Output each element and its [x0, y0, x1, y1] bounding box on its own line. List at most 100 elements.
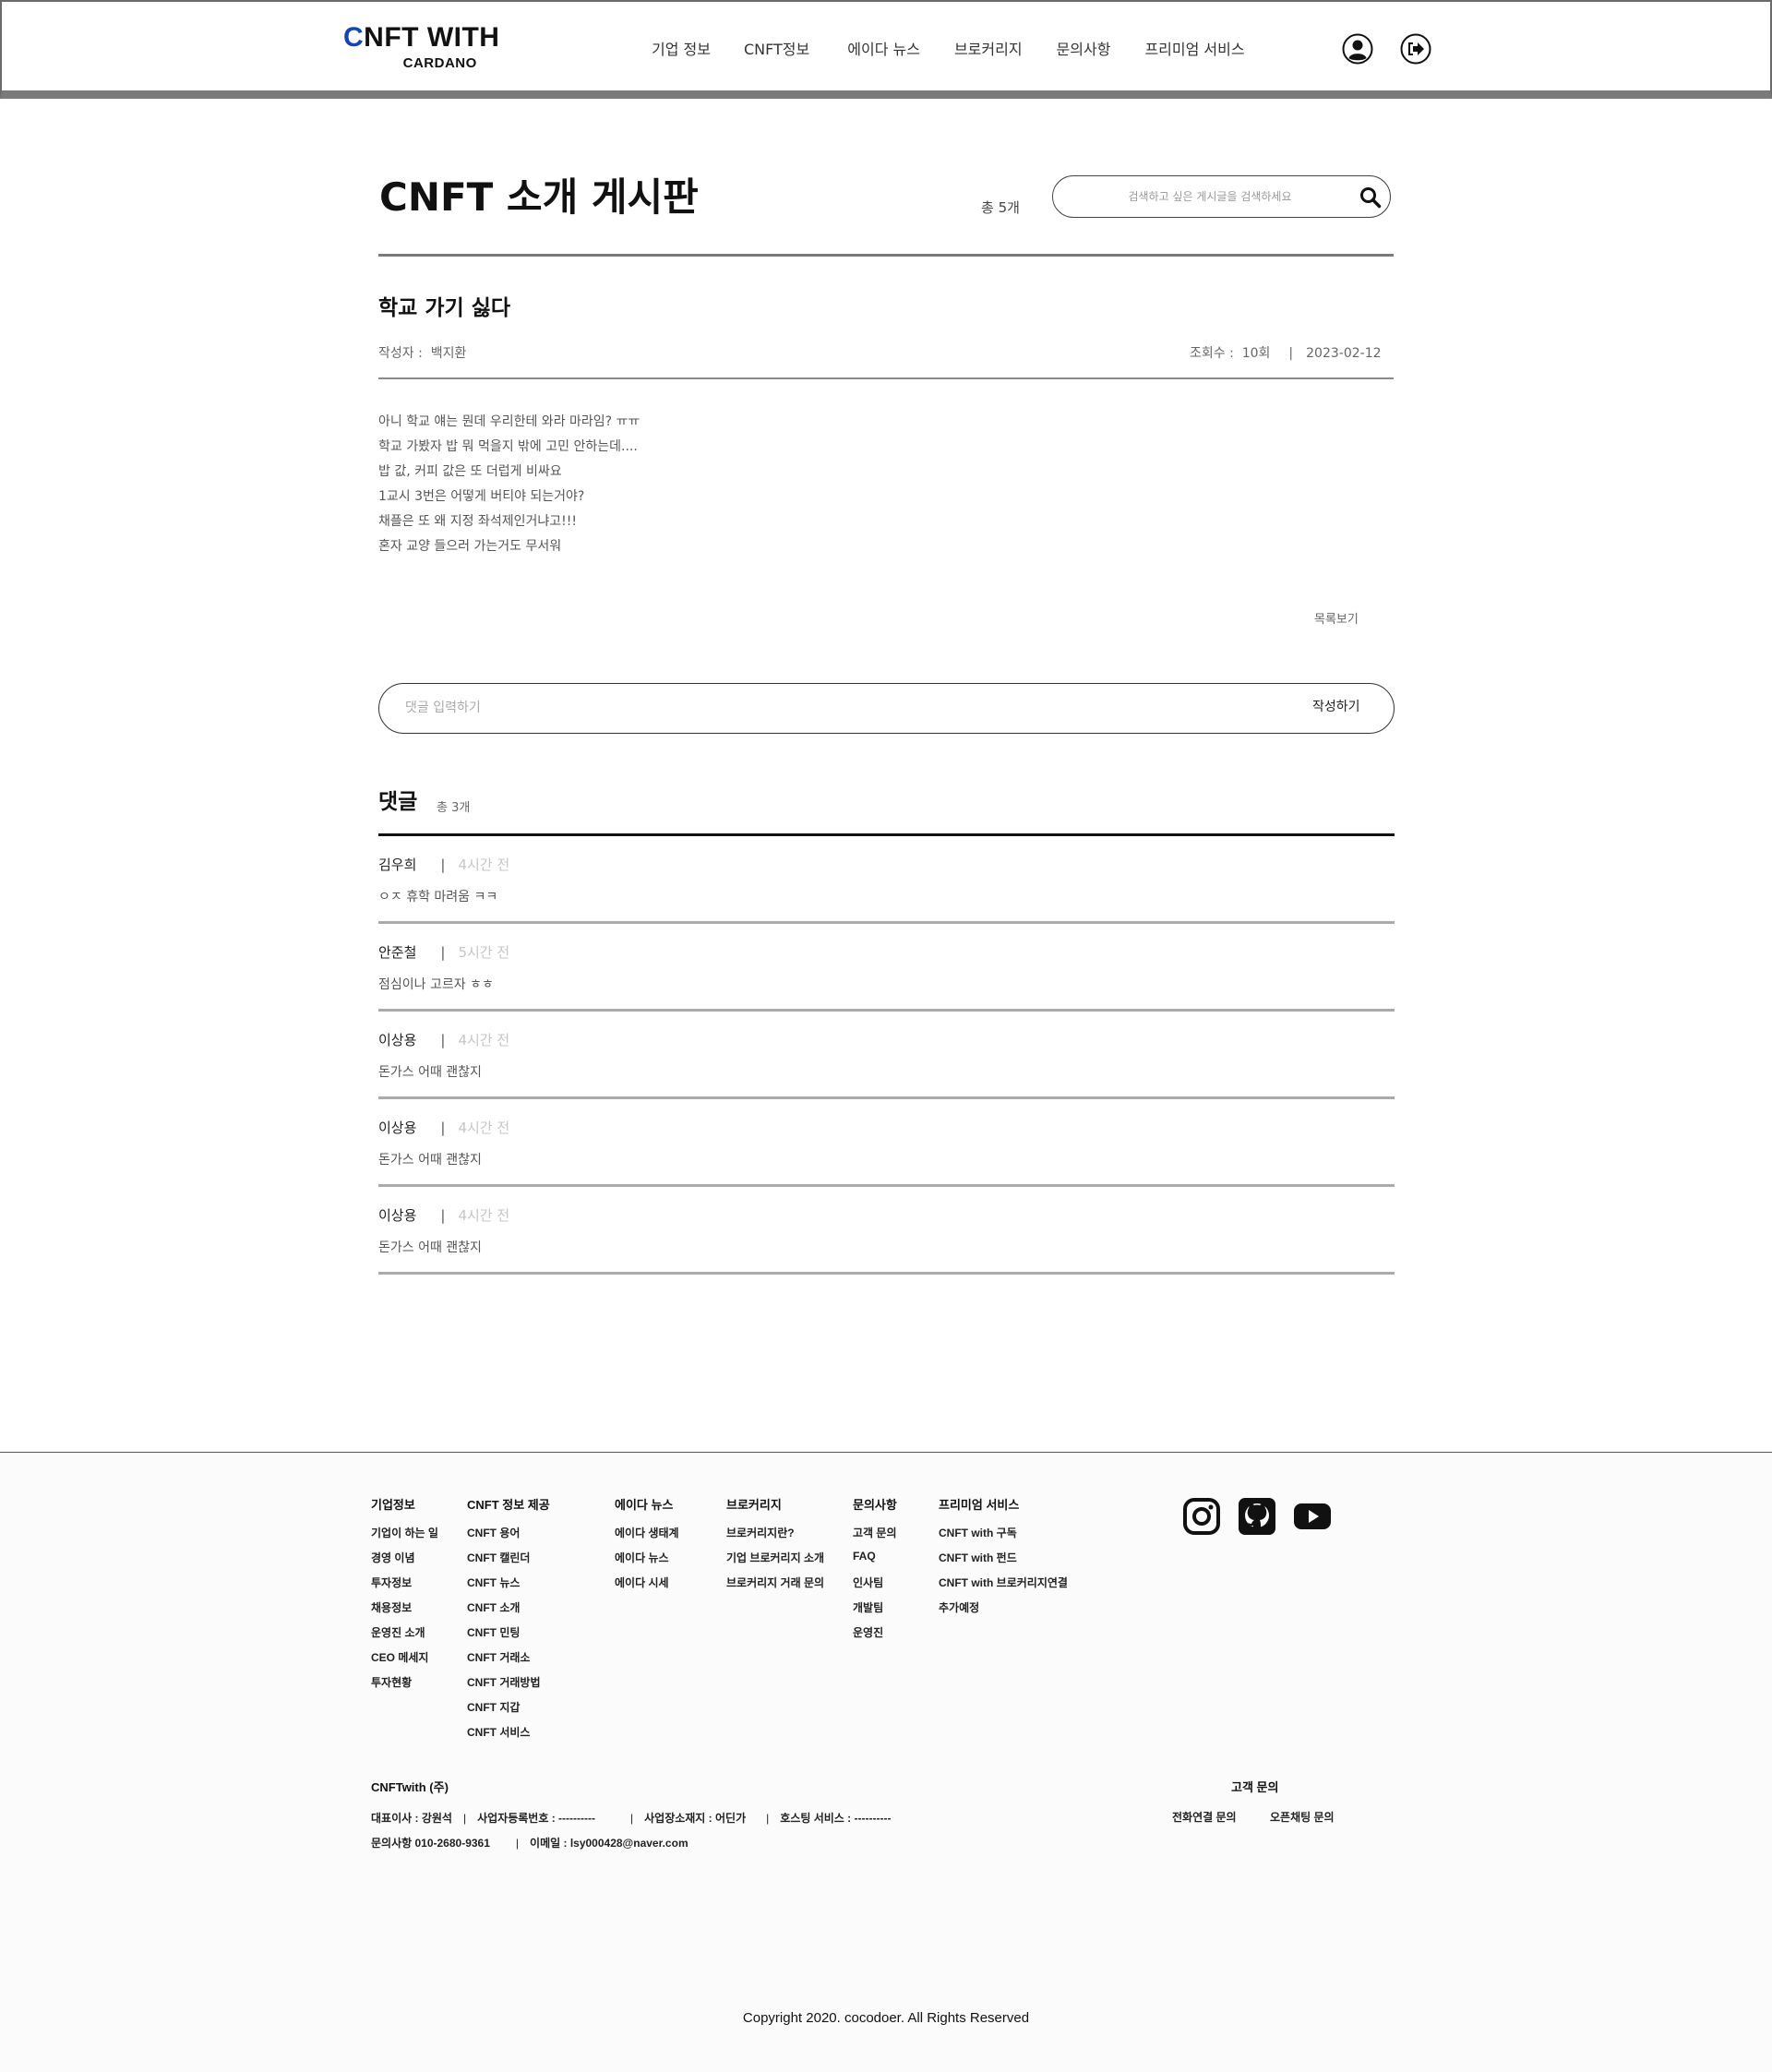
youtube-icon[interactable]	[1293, 1497, 1332, 1536]
footer-col-title: 기업정보	[371, 1498, 415, 1512]
content-line: 채플은 또 왜 지정 좌석제인거냐고!!!	[378, 514, 577, 529]
comment-time: 5시간 전	[458, 944, 510, 961]
footer-link[interactable]: CNFT with 구독	[939, 1525, 1068, 1550]
search-input[interactable]	[1081, 186, 1339, 208]
comment-item: 안준철 | 5시간 전 점심이나 고르자 ㅎㅎ	[378, 924, 1395, 1012]
post-total-count: 총 5개	[981, 199, 1020, 216]
logout-icon[interactable]	[1400, 33, 1431, 65]
logo-sub: CARDANO	[402, 55, 477, 71]
comment-text: 점심이나 고르자 ㅎㅎ	[378, 977, 494, 992]
comment-separator: |	[440, 856, 446, 873]
footer-link[interactable]: FAQ	[853, 1550, 897, 1575]
footer-link[interactable]: CEO 메세지	[371, 1649, 438, 1674]
post-content: 아니 학교 얘는 뭔데 우리한테 와라 마라임? ㅠㅠ 학교 가봤자 밥 뭐 먹…	[378, 412, 640, 561]
comment-author: 이상용	[378, 1207, 417, 1224]
company-name: CNFTwith (주)	[371, 1780, 449, 1794]
footer-link[interactable]: CNFT 서비스	[467, 1724, 550, 1749]
search-icon[interactable]	[1359, 186, 1382, 209]
info-separator: |	[766, 1812, 770, 1825]
post-header-divider	[378, 377, 1394, 379]
footer-link[interactable]: CNFT 지갑	[467, 1699, 550, 1724]
footer-col-premium: 프리미엄 서비스 CNFT with 구독 CNFT with 펀드 CNFT …	[939, 1495, 1068, 1624]
nav-cnft-info[interactable]: CNFT정보	[744, 37, 809, 59]
main-nav: 기업 정보 CNFT정보 에이다 뉴스 브로커리지 문의사항 프리미엄 서비스	[652, 37, 1245, 59]
footer-link[interactable]: CNFT 용어	[467, 1525, 550, 1550]
comment-author: 안준철	[378, 944, 417, 961]
business-number: 사업자등록번호 : ----------	[477, 1812, 595, 1825]
footer-link[interactable]: 채용정보	[371, 1599, 438, 1624]
comment-input[interactable]	[405, 697, 1236, 719]
footer-link[interactable]: CNFT with 브로커리지연결	[939, 1575, 1068, 1599]
nav-premium[interactable]: 프리미엄 서비스	[1144, 37, 1244, 59]
footer-link[interactable]: 추가예정	[939, 1599, 1068, 1624]
info-separator: |	[462, 1812, 467, 1825]
comment-time: 4시간 전	[458, 1032, 510, 1048]
logo-first-letter: C	[343, 22, 365, 53]
nav-brokerage[interactable]: 브로커리지	[954, 37, 1023, 59]
comment-submit-button[interactable]: 작성하기	[1312, 697, 1360, 715]
author-name: 백지환	[430, 346, 467, 361]
comment-header: 이상용 | 4시간 전	[378, 1118, 509, 1137]
nav-company-info[interactable]: 기업 정보	[652, 37, 711, 59]
views-count: 10회	[1241, 346, 1271, 361]
footer-link[interactable]: 기업이 하는 일	[371, 1525, 438, 1550]
github-icon[interactable]	[1238, 1497, 1276, 1536]
comment-text: 돈가스 어때 괜찮지	[378, 1065, 482, 1080]
footer-link[interactable]: 에이다 뉴스	[615, 1550, 679, 1575]
site-header: CNFT WITH CARDANO 기업 정보 CNFT정보 에이다 뉴스 브로…	[0, 0, 1772, 99]
comment-time: 4시간 전	[458, 1207, 510, 1224]
user-circle-icon[interactable]	[1342, 33, 1373, 65]
footer-link[interactable]: 투자정보	[371, 1575, 438, 1599]
footer-col-brokerage: 브로커리지 브로커리지란? 기업 브로커리지 소개 브로커리지 거래 문의	[726, 1495, 824, 1599]
footer-link[interactable]: CNFT with 펀드	[939, 1550, 1068, 1575]
company-contact-line: 문의사항 010-2680-9361 | 이메일 : lsy000428@naver…	[371, 1835, 688, 1850]
content-line: 밥 값, 커피 값은 또 더럽게 비싸요	[378, 464, 562, 479]
footer-link[interactable]: 브로커리지 거래 문의	[726, 1575, 824, 1599]
instagram-icon[interactable]	[1182, 1497, 1221, 1536]
views-label: 조회수 :	[1190, 346, 1234, 361]
footer-link[interactable]: 기업 브로커리지 소개	[726, 1550, 824, 1575]
nav-ada-news[interactable]: 에이다 뉴스	[847, 37, 920, 59]
footer-link[interactable]: 인사팀	[853, 1575, 897, 1599]
author-label: 작성자 :	[378, 346, 423, 361]
comment-separator: |	[440, 1032, 446, 1048]
footer-link[interactable]: 투자현황	[371, 1674, 438, 1699]
phone-inquiry-link[interactable]: 전화연결 문의	[1172, 1809, 1237, 1825]
comment-form: 작성하기	[378, 683, 1395, 734]
site-logo[interactable]: CNFT WITH CARDANO	[343, 22, 499, 71]
open-chat-inquiry-link[interactable]: 오픈채팅 문의	[1270, 1809, 1335, 1825]
footer-link[interactable]: 운영진 소개	[371, 1624, 438, 1649]
footer-link[interactable]: CNFT 캘린더	[467, 1550, 550, 1575]
comment-item: 김우희 | 4시간 전 ㅇㅈ 휴학 마려움 ㅋㅋ	[378, 836, 1395, 924]
contact-email: 이메일 : lsy000428@naver.com	[530, 1837, 688, 1850]
content-line: 혼자 교양 들으러 가는거도 무서워	[378, 539, 562, 554]
back-to-list-link[interactable]: 목록보기	[1314, 609, 1359, 627]
footer-col-title: 프리미엄 서비스	[939, 1498, 1020, 1512]
content-line: 학교 가봤자 밥 뭐 먹을지 밖에 고민 안하는데....	[378, 439, 638, 454]
content-line: 1교시 3번은 어떻게 버티야 되는거야?	[378, 489, 585, 504]
footer-link[interactable]: 브로커리지란?	[726, 1525, 824, 1550]
footer-link[interactable]: CNFT 민팅	[467, 1624, 550, 1649]
comment-item: 이상용 | 4시간 전 돈가스 어때 괜찮지	[378, 1099, 1395, 1187]
footer-link[interactable]: CNFT 뉴스	[467, 1575, 550, 1599]
footer-link[interactable]: CNFT 소개	[467, 1599, 550, 1624]
footer-link[interactable]: 경영 이념	[371, 1550, 438, 1575]
footer-link[interactable]: CNFT 거래방법	[467, 1674, 550, 1699]
post-title: 학교 가기 싫다	[378, 296, 510, 320]
nav-inquiry[interactable]: 문의사항	[1057, 37, 1111, 59]
inquiry-phone: 문의사항 010-2680-9361	[371, 1837, 490, 1850]
footer-link[interactable]: 고객 문의	[853, 1525, 897, 1550]
comment-separator: |	[440, 1120, 446, 1136]
logo-main: CNFT WITH	[343, 22, 499, 54]
post-date: 2023-02-12	[1306, 346, 1382, 361]
customer-service-title: 고객 문의	[1231, 1780, 1279, 1794]
footer-link[interactable]: 개발팀	[853, 1599, 897, 1624]
comment-header: 이상용 | 4시간 전	[378, 1205, 509, 1225]
footer-col-company: 기업정보 기업이 하는 일 경영 이념 투자정보 채용정보 운영진 소개 CEO…	[371, 1495, 438, 1699]
footer-link[interactable]: 에이다 생태계	[615, 1525, 679, 1550]
footer-link[interactable]: 에이다 시세	[615, 1575, 679, 1599]
footer-link[interactable]: 운영진	[853, 1624, 897, 1649]
footer-link[interactable]: CNFT 거래소	[467, 1649, 550, 1674]
footer-col-title: 에이다 뉴스	[615, 1498, 674, 1512]
footer-col-cnft-info: CNFT 정보 제공 CNFT 용어 CNFT 캘린더 CNFT 뉴스 CNFT…	[467, 1495, 550, 1749]
